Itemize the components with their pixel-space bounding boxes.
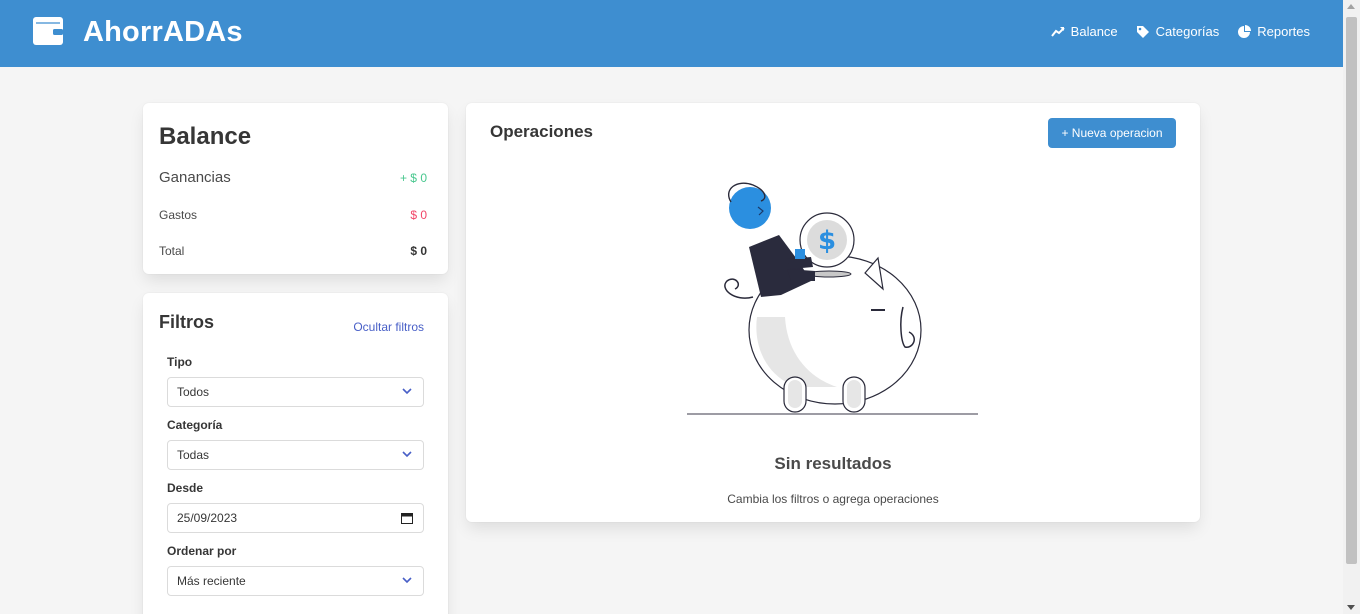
nav-item-label: Reportes (1257, 24, 1310, 39)
pie-chart-icon (1238, 24, 1252, 38)
scroll-thumb[interactable] (1346, 17, 1357, 564)
nav-item-categorias[interactable]: Categorías (1136, 24, 1220, 39)
wallet-icon (33, 17, 63, 45)
hide-filters-link[interactable]: Ocultar filtros (353, 320, 424, 334)
ganancias-row: Ganancias + $ 0 (159, 169, 427, 186)
desde-label: Desde (167, 481, 204, 495)
navbar: AhorrADAs Balance Categorías Reportes (0, 0, 1343, 67)
gastos-value: $ 0 (410, 208, 427, 222)
balance-card: Balance Ganancias + $ 0 Gastos $ 0 Total… (143, 103, 448, 274)
desde-date-value: 25/09/2023 (177, 511, 238, 525)
tipo-select-value: Todos (177, 385, 210, 399)
brand[interactable]: AhorrADAs (33, 16, 243, 48)
desde-date-input[interactable]: 25/09/2023 (167, 503, 424, 533)
categoria-select[interactable]: Todas (167, 440, 424, 470)
empty-state-subtitle: Cambia los filtros o agrega operaciones (727, 492, 939, 506)
new-operation-button[interactable]: + Nueva operacion (1048, 118, 1176, 148)
total-label: Total (159, 244, 185, 258)
ganancias-value: + $ 0 (399, 170, 427, 185)
categoria-select-value: Todas (177, 448, 210, 462)
svg-text:$: $ (818, 226, 836, 256)
balance-title: Balance (159, 123, 252, 150)
filters-title: Filtros (159, 312, 215, 332)
nav-item-reportes[interactable]: Reportes (1237, 24, 1310, 39)
piggy-bank-illustration: $ (687, 182, 978, 415)
gastos-label: Gastos (159, 208, 198, 222)
nav-item-balance[interactable]: Balance (1050, 24, 1118, 39)
gastos-row: Gastos $ 0 (159, 208, 427, 222)
ganancias-label: Ganancias (159, 169, 231, 186)
nav-item-label: Balance (1070, 24, 1118, 39)
operations-title: Operaciones (490, 122, 593, 141)
total-value: $ 0 (410, 244, 427, 258)
app-title: AhorrADAs (83, 16, 243, 48)
chevron-down-icon (402, 577, 412, 584)
tag-icon (1136, 25, 1149, 38)
categoria-label: Categoría (167, 418, 223, 432)
empty-state-title: Sin resultados (774, 454, 892, 473)
tipo-select[interactable]: Todos (167, 377, 424, 407)
chevron-down-icon (402, 388, 412, 395)
chart-line-icon (1050, 26, 1065, 37)
scroll-down-arrow-icon[interactable] (1347, 605, 1355, 610)
operations-card: Operaciones + Nueva operacion $ Sin resu… (466, 103, 1200, 522)
ordenar-label: Ordenar por (167, 544, 237, 558)
filters-card: Filtros Ocultar filtros Tipo Todos Categ… (143, 293, 448, 614)
ordenar-select[interactable]: Más reciente (167, 566, 424, 596)
nav-menu: Balance Categorías Reportes (1050, 24, 1310, 39)
ordenar-select-value: Más reciente (177, 574, 246, 588)
chevron-down-icon (402, 451, 412, 458)
nav-item-label: Categorías (1155, 24, 1220, 39)
tipo-label: Tipo (167, 355, 193, 369)
calendar-icon[interactable] (401, 512, 413, 524)
scroll-up-arrow-icon[interactable] (1347, 4, 1355, 9)
total-row: Total $ 0 (159, 244, 427, 258)
vertical-scrollbar[interactable] (1343, 0, 1360, 614)
